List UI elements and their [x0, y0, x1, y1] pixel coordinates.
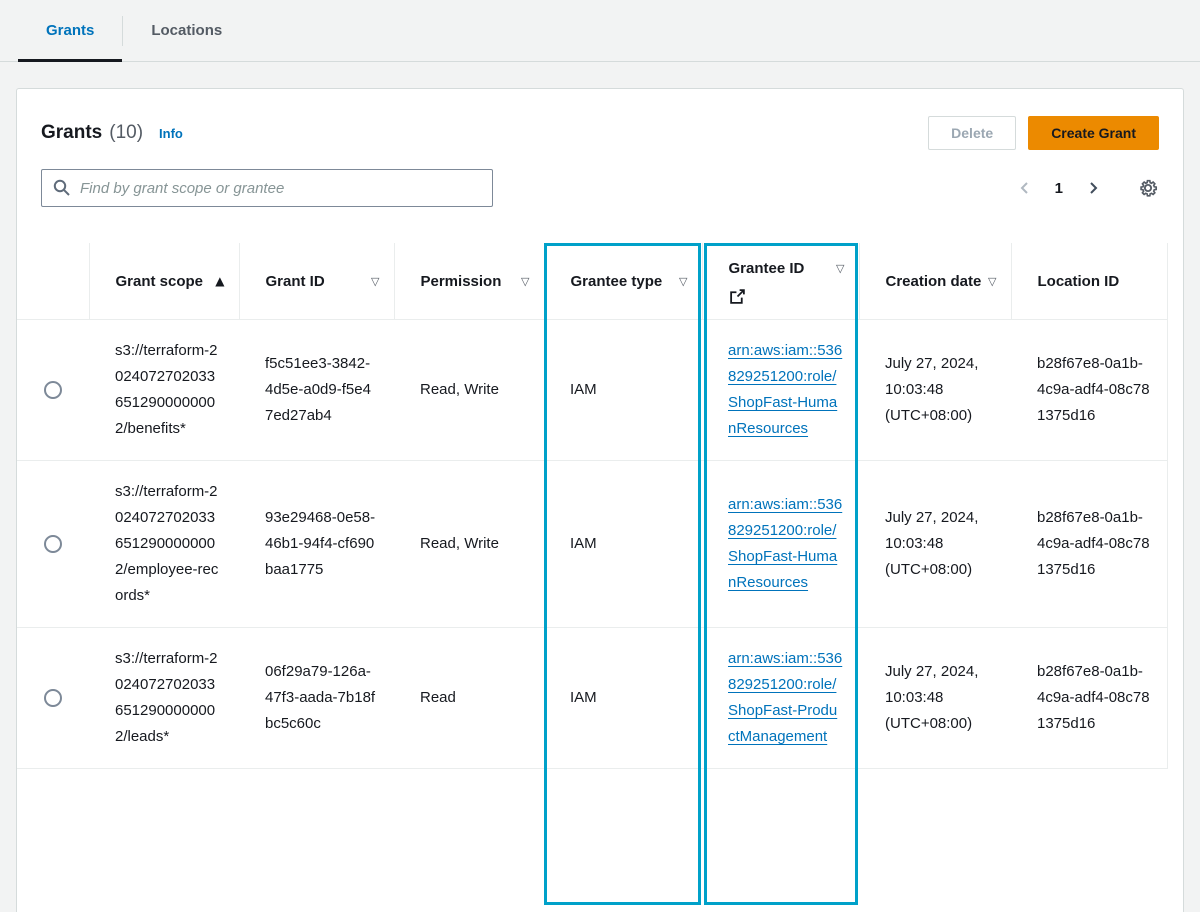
- create-grant-button[interactable]: Create Grant: [1028, 116, 1159, 150]
- search-input[interactable]: [41, 169, 493, 207]
- grantee-id-cell: arn:aws:iam::536829251200:role/ShopFast-…: [702, 320, 859, 461]
- grantee-id-link[interactable]: arn:aws:iam::536829251200:role/ShopFast-…: [728, 342, 842, 437]
- table-row: s3://terraform-2024072702033651290000000…: [17, 320, 1167, 461]
- column-header-grant-scope[interactable]: Grant scope ▲: [89, 243, 239, 320]
- column-header-location-id[interactable]: Location ID: [1011, 243, 1167, 320]
- next-page-button[interactable]: [1083, 178, 1103, 198]
- grantee-type-cell: IAM: [544, 461, 702, 628]
- creation-date-cell: July 27, 2024, 10:03:48 (UTC+08:00): [859, 628, 1011, 769]
- grantee-id-link[interactable]: arn:aws:iam::536829251200:role/ShopFast-…: [728, 496, 842, 591]
- grants-panel: Grants (10) Info Delete Create Grant: [16, 88, 1184, 912]
- creation-date-cell: July 27, 2024, 10:03:48 (UTC+08:00): [859, 320, 1011, 461]
- column-label: Grant ID: [266, 270, 325, 293]
- sort-caret-icon: ▽: [988, 270, 996, 293]
- location-id-cell: b28f67e8-0a1b-4c9a-adf4-08c781375d16: [1011, 320, 1167, 461]
- column-header-grantee-id[interactable]: Grantee ID ▽: [702, 243, 859, 320]
- table-row: s3://terraform-2024072702033651290000000…: [17, 628, 1167, 769]
- permission-cell: Read: [394, 628, 544, 769]
- grant-id-cell: 06f29a79-126a-47f3-aada-7b18fbc5c60c: [239, 628, 394, 769]
- info-link[interactable]: Info: [159, 126, 183, 141]
- select-column-header: [17, 243, 89, 320]
- row-select-radio[interactable]: [44, 689, 62, 707]
- grantee-id-cell: arn:aws:iam::536829251200:role/ShopFast-…: [702, 461, 859, 628]
- row-select-radio[interactable]: [44, 381, 62, 399]
- gear-icon: [1137, 177, 1159, 199]
- grantee-id-link[interactable]: arn:aws:iam::536829251200:role/ShopFast-…: [728, 650, 842, 745]
- tab-locations[interactable]: Locations: [123, 0, 250, 61]
- delete-button[interactable]: Delete: [928, 116, 1016, 150]
- sort-caret-icon: ▽: [371, 270, 379, 293]
- column-label: Creation date: [886, 270, 982, 293]
- column-header-permission[interactable]: Permission ▽: [394, 243, 544, 320]
- grant-id-cell: f5c51ee3-3842-4d5e-a0d9-f5e47ed27ab4: [239, 320, 394, 461]
- tab-grants[interactable]: Grants: [18, 0, 122, 61]
- column-label: Grant scope: [116, 270, 204, 293]
- row-select-radio[interactable]: [44, 535, 62, 553]
- panel-count: (10): [109, 122, 143, 144]
- sort-ascending-icon: ▲: [215, 270, 224, 293]
- table-row: s3://terraform-2024072702033651290000000…: [17, 461, 1167, 628]
- grant-id-cell: 93e29468-0e58-46b1-94f4-cf690baa1775: [239, 461, 394, 628]
- permission-cell: Read, Write: [394, 461, 544, 628]
- grant-scope-cell: s3://terraform-2024072702033651290000000…: [89, 320, 239, 461]
- grantee-id-cell: arn:aws:iam::536829251200:role/ShopFast-…: [702, 628, 859, 769]
- panel-title: Grants: [41, 122, 102, 144]
- tab-grants-label: Grants: [46, 22, 94, 39]
- grants-table: Grant scope ▲ Grant ID ▽ Permission: [17, 243, 1168, 769]
- page-number[interactable]: 1: [1055, 180, 1063, 197]
- column-label: Permission: [421, 270, 502, 293]
- grant-scope-cell: s3://terraform-2024072702033651290000000…: [89, 628, 239, 769]
- creation-date-cell: July 27, 2024, 10:03:48 (UTC+08:00): [859, 461, 1011, 628]
- sort-caret-icon: ▽: [521, 270, 529, 293]
- sort-caret-icon: ▽: [679, 270, 687, 293]
- external-link-icon: [729, 288, 845, 305]
- grant-scope-cell: s3://terraform-2024072702033651290000000…: [89, 461, 239, 628]
- column-label: Grantee ID: [729, 257, 805, 280]
- column-header-grantee-type[interactable]: Grantee type ▽: [544, 243, 702, 320]
- previous-page-button[interactable]: [1015, 178, 1035, 198]
- grantee-type-cell: IAM: [544, 628, 702, 769]
- grantee-type-cell: IAM: [544, 320, 702, 461]
- column-header-grant-id[interactable]: Grant ID ▽: [239, 243, 394, 320]
- pagination: 1: [1015, 177, 1159, 199]
- location-id-cell: b28f67e8-0a1b-4c9a-adf4-08c781375d16: [1011, 628, 1167, 769]
- sort-caret-icon: ▽: [836, 257, 844, 280]
- column-label: Grantee type: [571, 270, 663, 293]
- tab-locations-label: Locations: [151, 22, 222, 39]
- table-settings-button[interactable]: [1137, 177, 1159, 199]
- permission-cell: Read, Write: [394, 320, 544, 461]
- column-label: Location ID: [1038, 270, 1120, 293]
- tab-bar: Grants Locations: [0, 0, 1200, 62]
- location-id-cell: b28f67e8-0a1b-4c9a-adf4-08c781375d16: [1011, 461, 1167, 628]
- column-header-creation-date[interactable]: Creation date ▽: [859, 243, 1011, 320]
